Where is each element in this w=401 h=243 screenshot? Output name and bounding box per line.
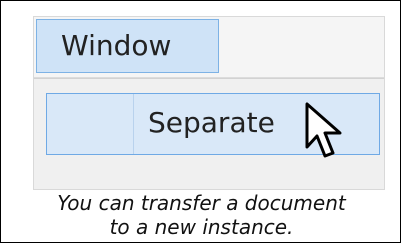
ui-screenshot: Window Separate bbox=[33, 16, 385, 190]
window-dropdown-menu: Separate bbox=[34, 78, 384, 189]
window-menu-label: Window bbox=[61, 29, 172, 62]
window-menu[interactable]: Window bbox=[36, 19, 219, 73]
caption: You can transfer a document to a new ins… bbox=[1, 191, 401, 239]
caption-line-2: to a new instance. bbox=[109, 215, 294, 239]
separate-menu-label: Separate bbox=[148, 106, 275, 139]
menu-bar: Window bbox=[34, 17, 384, 78]
arrow-pointer-icon bbox=[305, 102, 342, 158]
screenshot-frame: Window Separate You can transfer a docum… bbox=[0, 0, 401, 243]
caption-line-1: You can transfer a document bbox=[57, 191, 346, 215]
separate-menu-item[interactable]: Separate bbox=[46, 93, 380, 158]
menu-gutter-divider bbox=[133, 94, 134, 154]
